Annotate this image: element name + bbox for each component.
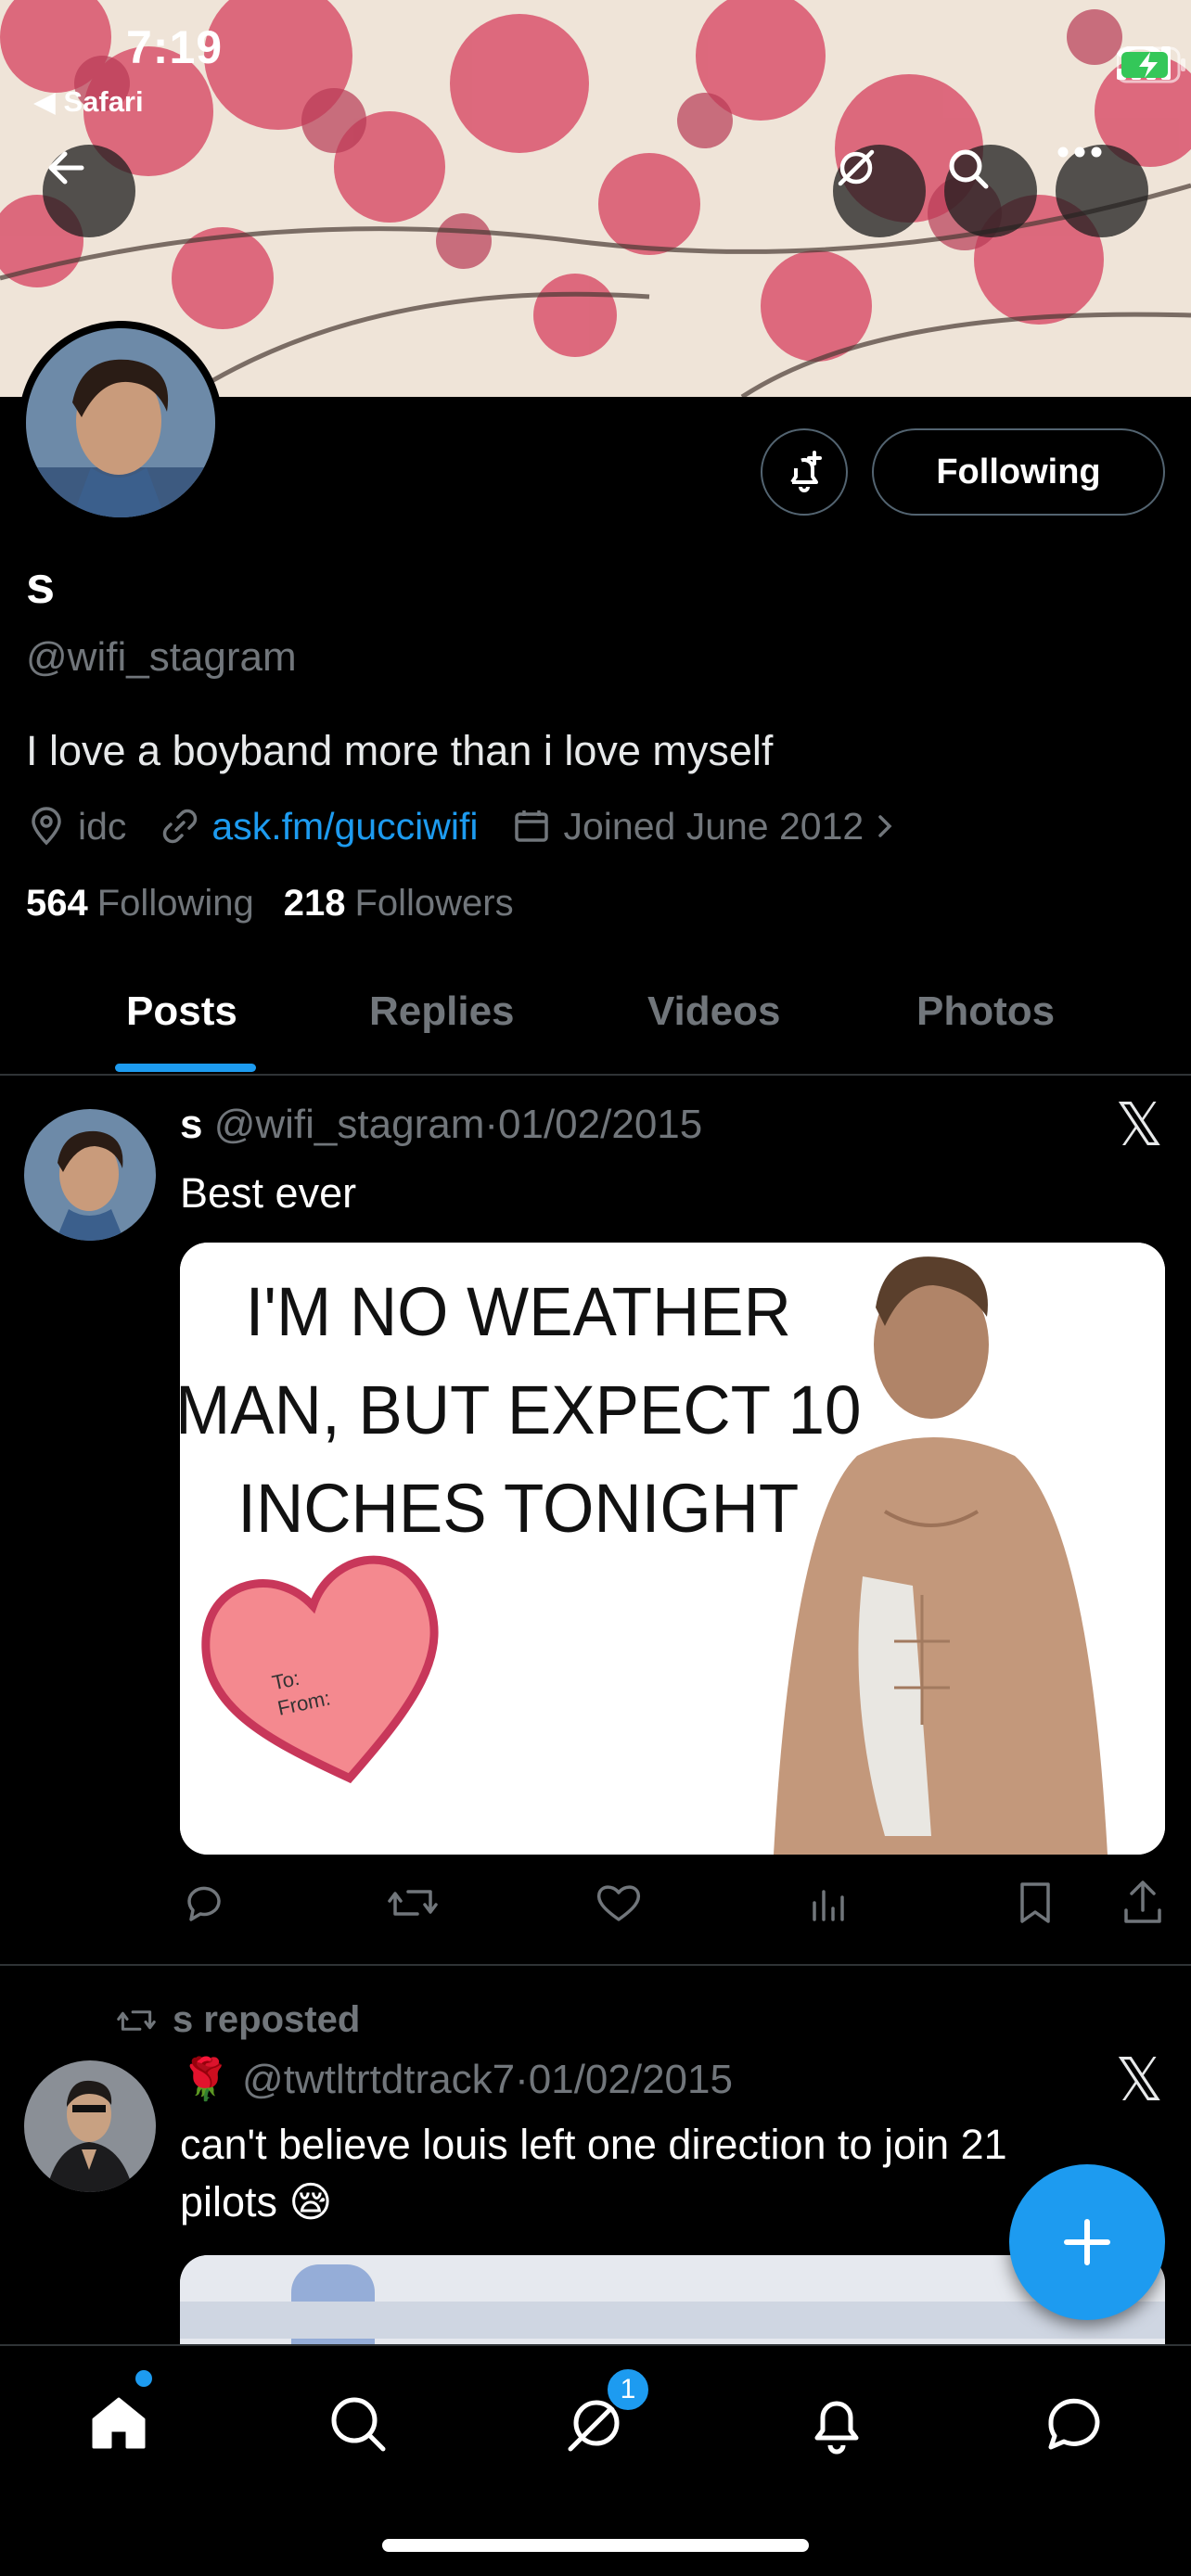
- tab-replies[interactable]: Replies: [369, 988, 515, 1035]
- more-button[interactable]: [1056, 145, 1148, 237]
- grok-button[interactable]: [833, 145, 926, 237]
- search-icon: [949, 149, 989, 189]
- profile-joined[interactable]: Joined June 2012: [511, 805, 897, 848]
- post-author-handle[interactable]: @twtltrtdtrack7: [242, 2057, 515, 2102]
- post-actions: [180, 1879, 1165, 1934]
- home-indicator: [382, 2539, 809, 2552]
- repost-label: s reposted: [173, 1999, 361, 2040]
- profile-tabs: Posts Replies Videos Photos: [0, 974, 1191, 1076]
- repost-indicator: s reposted: [113, 1999, 360, 2041]
- post-text-line-2: pilots 😪: [180, 2178, 333, 2225]
- back-arrow-icon: [48, 151, 84, 185]
- profile-avatar[interactable]: [19, 321, 223, 525]
- back-button[interactable]: [43, 145, 135, 237]
- profile-link[interactable]: ask.fm/gucciwifi: [160, 805, 478, 848]
- profile-name: s: [26, 555, 56, 614]
- repost-small-icon: [117, 2009, 156, 2031]
- post-text: Best ever: [180, 1169, 357, 1217]
- post-header: s @wifi_stagram·01/02/2015: [180, 1102, 702, 1148]
- nav-home[interactable]: [82, 2387, 156, 2461]
- link-text[interactable]: ask.fm/gucciwifi: [211, 805, 478, 848]
- joined-text: Joined June 2012: [563, 804, 864, 848]
- home-icon: [92, 2397, 146, 2449]
- grok-icon: [838, 149, 875, 186]
- link-icon: [163, 809, 198, 844]
- messages-icon: [1048, 2398, 1100, 2450]
- share-icon[interactable]: [1119, 1879, 1167, 1927]
- repost-icon[interactable]: [386, 1879, 440, 1927]
- post-author-handle[interactable]: @wifi_stagram: [214, 1102, 485, 1147]
- post-author-name[interactable]: s: [180, 1102, 202, 1147]
- post-date[interactable]: 01/02/2015: [529, 2057, 733, 2102]
- post[interactable]: s reposted 🌹 @twtltrtdtrack7·01/02/2015 …: [0, 1966, 1191, 2346]
- nav-messages[interactable]: [1037, 2387, 1111, 2461]
- post-header: 🌹 @twtltrtdtrack7·01/02/2015: [180, 2055, 733, 2103]
- back-to-safari[interactable]: ◀ Safari: [33, 85, 144, 119]
- post-sep: ·: [515, 2057, 529, 2102]
- bell-plus-icon: [790, 451, 822, 492]
- post-date[interactable]: 01/02/2015: [498, 1102, 702, 1147]
- meme-line-2: MAN, BUT EXPECT 10: [180, 1372, 861, 1449]
- post-text: can't believe louis left one direction t…: [180, 2116, 1052, 2231]
- following-button[interactable]: Following: [872, 428, 1165, 516]
- tab-photos[interactable]: Photos: [916, 988, 1055, 1035]
- views-icon[interactable]: [803, 1879, 852, 1927]
- messages-badge: 1: [605, 2366, 651, 2413]
- post-image[interactable]: To: From: I'M NO WEATHER MAN, BUT EXPECT…: [180, 1243, 1165, 1855]
- tab-posts[interactable]: Posts: [126, 988, 237, 1035]
- nav-notifications[interactable]: [800, 2387, 874, 2461]
- profile-handle: @wifi_stagram: [26, 634, 297, 680]
- home-unread-dot: [135, 2370, 152, 2387]
- post-avatar[interactable]: [24, 2060, 156, 2192]
- post-author-emoji[interactable]: 🌹: [180, 2057, 231, 2102]
- compose-button[interactable]: [1009, 2164, 1165, 2320]
- tab-videos[interactable]: Videos: [647, 988, 780, 1035]
- search-button[interactable]: [944, 145, 1037, 237]
- post-text-line-1: can't believe louis left one direction t…: [180, 2121, 1007, 2168]
- calendar-icon: [515, 810, 549, 842]
- profile-banner: 7:19 ◀ Safari: [0, 0, 1191, 397]
- bookmark-icon[interactable]: [1011, 1879, 1059, 1927]
- post[interactable]: s @wifi_stagram·01/02/2015 𝕏 Best ever T…: [0, 1076, 1191, 1966]
- profile-stats: 564 Following 218 Followers: [26, 883, 514, 925]
- x-logo-icon: 𝕏: [1115, 1091, 1163, 1158]
- explore-icon: [331, 2397, 386, 2452]
- followers-stat[interactable]: 218 Followers: [284, 883, 514, 925]
- chevron-right-icon: [878, 815, 892, 837]
- like-icon[interactable]: [594, 1879, 644, 1927]
- tab-indicator: [115, 1064, 256, 1072]
- following-stat[interactable]: 564 Following: [26, 883, 254, 925]
- notify-button[interactable]: [761, 428, 848, 516]
- location-text: idc: [78, 804, 127, 848]
- following-label: Following: [96, 883, 254, 924]
- profile-location: idc: [26, 805, 126, 848]
- post-sep: ·: [484, 1102, 499, 1147]
- plus-icon: [1064, 2219, 1110, 2265]
- followers-label: Followers: [354, 883, 514, 924]
- battery-icon: [1117, 46, 1185, 83]
- x-logo-icon: 𝕏: [1115, 2047, 1163, 2113]
- meme-line-1: I'M NO WEATHER: [246, 1274, 791, 1351]
- profile-bio: I love a boyband more than i love myself: [26, 727, 774, 774]
- nav-explore[interactable]: [321, 2387, 395, 2461]
- status-time: 7:19: [126, 21, 224, 73]
- reply-icon[interactable]: [180, 1879, 228, 1927]
- more-icon: [1057, 147, 1102, 158]
- post-avatar[interactable]: [24, 1109, 156, 1241]
- notifications-icon: [814, 2401, 859, 2455]
- following-count: 564: [26, 883, 88, 924]
- meme-line-3: INCHES TONIGHT: [237, 1471, 799, 1548]
- location-icon: [32, 807, 61, 846]
- followers-count: 218: [283, 883, 346, 924]
- profile-meta: idc ask.fm/gucciwifi Joined June 2012: [26, 801, 930, 851]
